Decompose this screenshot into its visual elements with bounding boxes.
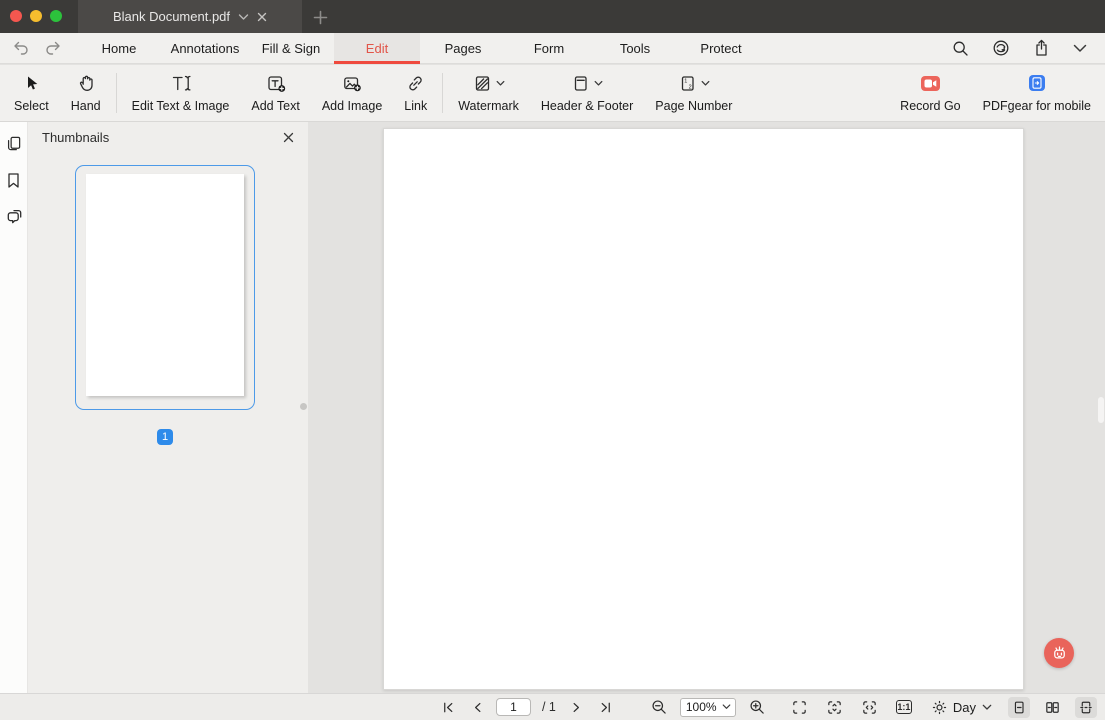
new-tab-button[interactable]: [308, 5, 332, 29]
page-thumbnail-preview: [86, 174, 244, 396]
minimize-window-button[interactable]: [30, 10, 42, 22]
single-page-view-button[interactable]: [1008, 697, 1030, 718]
page-number-icon: 12: [678, 74, 697, 93]
watermark-icon: [473, 74, 492, 93]
tab-annotations[interactable]: Annotations: [162, 33, 248, 63]
zoom-out-icon[interactable]: [648, 697, 670, 717]
ai-assistant-button[interactable]: [1044, 638, 1074, 668]
theme-label: Day: [953, 700, 976, 715]
page-number-chevron-icon: [701, 80, 710, 87]
page-number-input[interactable]: [496, 698, 531, 716]
zoom-level-value: 100%: [686, 700, 717, 714]
page-number-badge: 1: [157, 429, 173, 445]
zoom-window-button[interactable]: [50, 10, 62, 22]
edit-text-image-button[interactable]: Edit Text & Image: [121, 65, 241, 121]
first-page-button[interactable]: [438, 698, 459, 717]
window-controls: [10, 10, 62, 22]
tab-tools[interactable]: Tools: [592, 33, 678, 63]
previous-page-button[interactable]: [468, 698, 487, 717]
zoom-controls: 100%: [648, 697, 768, 717]
mobile-phone-icon: [1029, 75, 1045, 91]
support-icon[interactable]: [992, 39, 1010, 57]
actual-size-icon[interactable]: 1:1: [893, 698, 915, 716]
header-footer-button[interactable]: Header & Footer: [530, 65, 644, 121]
tab-edit[interactable]: Edit: [334, 33, 420, 63]
pdf-page[interactable]: [383, 128, 1024, 690]
tab-form[interactable]: Form: [506, 33, 592, 63]
watermark-button[interactable]: Watermark: [447, 65, 530, 121]
record-go-icon: [921, 76, 940, 91]
pdfgear-mobile-button[interactable]: PDFgear for mobile: [972, 65, 1105, 121]
tab-protect[interactable]: Protect: [678, 33, 764, 63]
tab-pages[interactable]: Pages: [420, 33, 506, 63]
last-page-button[interactable]: [595, 698, 616, 717]
layout-controls: [1008, 697, 1097, 718]
fit-page-icon[interactable]: [788, 697, 811, 718]
redo-icon[interactable]: [44, 40, 62, 56]
toolbar-divider: [442, 73, 443, 113]
add-image-icon: [342, 74, 362, 93]
fit-width-icon[interactable]: [858, 697, 881, 718]
link-button[interactable]: Link: [393, 65, 438, 121]
svg-text:1: 1: [684, 78, 687, 84]
add-image-button[interactable]: Add Image: [311, 65, 393, 121]
zoom-in-icon[interactable]: [746, 697, 768, 717]
edit-text-image-icon: [171, 74, 191, 93]
header-footer-icon: [571, 74, 590, 93]
fit-controls: 1:1: [788, 697, 915, 718]
fit-height-icon[interactable]: [823, 697, 846, 718]
tab-close-icon[interactable]: [257, 12, 267, 22]
titlebar: Blank Document.pdf: [0, 0, 1105, 33]
zoom-level-select[interactable]: 100%: [680, 698, 736, 717]
document-tab[interactable]: Blank Document.pdf: [78, 0, 302, 33]
tab-menu-chevron-icon[interactable]: [238, 13, 249, 21]
select-tool-button[interactable]: Select: [0, 65, 60, 121]
sun-icon: [931, 699, 948, 716]
tab-fill-sign[interactable]: Fill & Sign: [248, 33, 334, 63]
header-footer-chevron-icon: [594, 80, 603, 87]
hand-icon: [77, 74, 95, 93]
add-text-icon: [266, 74, 286, 93]
next-page-button[interactable]: [567, 698, 586, 717]
main-content: Thumbnails 1: [0, 122, 1105, 693]
hand-tool-button[interactable]: Hand: [60, 65, 112, 121]
thumbnails-panel: Thumbnails 1: [28, 122, 308, 693]
page-number-button[interactable]: 12 Page Number: [644, 65, 743, 121]
close-window-button[interactable]: [10, 10, 22, 22]
sidebar-icon-strip: [0, 122, 28, 693]
document-viewer[interactable]: [308, 122, 1105, 693]
collapse-ribbon-chevron-icon[interactable]: [1073, 44, 1087, 53]
ribbon-bar: Home Annotations Fill & Sign Edit Pages …: [0, 33, 1105, 64]
cursor-icon: [22, 74, 40, 93]
record-go-button[interactable]: Record Go: [889, 65, 971, 121]
add-text-button[interactable]: Add Text: [240, 65, 310, 121]
statusbar: / 1 100% 1:1: [0, 693, 1105, 720]
theme-chevron-icon: [982, 704, 992, 711]
watermark-chevron-icon: [496, 80, 505, 87]
thumbnails-panel-title: Thumbnails: [42, 130, 109, 145]
document-tab-title: Blank Document.pdf: [113, 9, 230, 24]
thumbnails-panel-close-icon[interactable]: [283, 132, 294, 143]
scrollbar-handle[interactable]: [1098, 397, 1104, 423]
search-icon[interactable]: [952, 40, 969, 57]
toolbar-divider: [116, 73, 117, 113]
theme-select[interactable]: Day: [931, 699, 992, 716]
robot-icon: [1050, 644, 1069, 663]
edit-toolbar: Select Hand Edit Text & Image Add Text A…: [0, 65, 1105, 122]
undo-icon[interactable]: [12, 40, 30, 56]
page-total-label: / 1: [542, 700, 556, 714]
page-navigation: / 1: [438, 698, 616, 717]
share-icon[interactable]: [1033, 39, 1050, 57]
svg-text:2: 2: [688, 84, 691, 90]
ribbon-tabs: Home Annotations Fill & Sign Edit Pages …: [76, 33, 764, 63]
sidebar-bookmarks-icon[interactable]: [6, 172, 21, 189]
sidebar-comments-icon[interactable]: [5, 209, 23, 225]
link-icon: [406, 74, 425, 93]
tab-home[interactable]: Home: [76, 33, 162, 63]
sidebar-thumbnails-icon[interactable]: [5, 135, 22, 152]
page-thumbnail[interactable]: [75, 165, 255, 410]
two-page-view-button[interactable]: [1041, 697, 1064, 718]
panel-resize-handle[interactable]: [300, 403, 307, 410]
continuous-scroll-view-button[interactable]: [1075, 697, 1097, 718]
